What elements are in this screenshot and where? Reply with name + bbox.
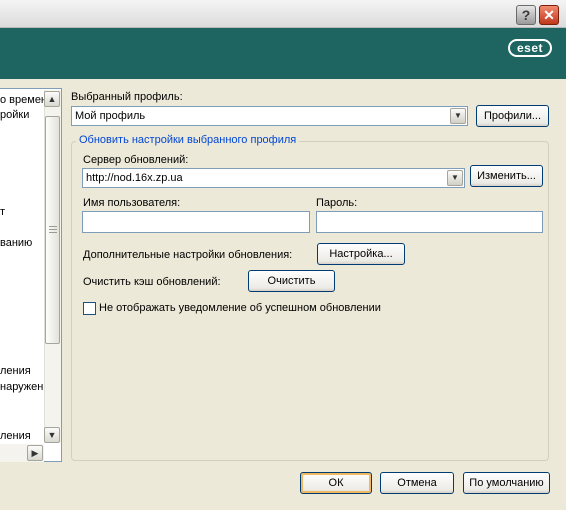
server-select[interactable]: http://nod.16x.zp.ua ▼ xyxy=(82,168,465,188)
no-notify-checkbox[interactable] xyxy=(83,302,96,315)
scroll-up-icon[interactable]: ▲ xyxy=(44,91,60,107)
profiles-button[interactable]: Профили... xyxy=(476,105,549,127)
advanced-settings-label: Дополнительные настройки обновления: xyxy=(83,249,293,261)
tree-item[interactable]: о времен xyxy=(0,94,47,106)
scroll-down-icon[interactable]: ▼ xyxy=(44,427,60,443)
chevron-down-icon[interactable]: ▼ xyxy=(450,108,466,124)
default-button[interactable]: По умолчанию xyxy=(463,472,550,494)
eset-logo: eset xyxy=(507,39,552,57)
tree-item[interactable]: ления xyxy=(0,365,31,377)
server-label: Сервер обновлений: xyxy=(83,154,189,166)
password-input[interactable] xyxy=(316,211,543,233)
title-bar: ? ✕ xyxy=(0,0,566,28)
clear-cache-label: Очистить кэш обновлений: xyxy=(83,276,221,288)
server-select-value: http://nod.16x.zp.ua xyxy=(86,172,183,184)
group-title: Обновить настройки выбранного профиля xyxy=(76,134,300,146)
update-settings-group xyxy=(71,141,549,461)
help-button[interactable]: ? xyxy=(516,5,536,25)
tree-item[interactable]: наружен xyxy=(0,381,43,393)
cancel-button[interactable]: Отмена xyxy=(380,472,454,494)
username-input[interactable] xyxy=(82,211,310,233)
clear-cache-button[interactable]: Очистить xyxy=(248,270,335,292)
header-banner: eset xyxy=(0,28,566,79)
no-notify-label: Не отображать уведомление об успешном об… xyxy=(99,302,381,314)
scroll-right-icon[interactable]: ▶ xyxy=(27,445,43,461)
close-button[interactable]: ✕ xyxy=(539,5,559,25)
profile-select[interactable]: Мой профиль ▼ xyxy=(71,106,468,126)
profile-label: Выбранный профиль: xyxy=(71,91,183,103)
profile-select-value: Мой профиль xyxy=(75,110,146,122)
advanced-settings-button[interactable]: Настройка... xyxy=(317,243,405,265)
change-server-button[interactable]: Изменить... xyxy=(470,165,543,187)
chevron-down-icon[interactable]: ▼ xyxy=(447,170,463,186)
scrollbar-thumb[interactable] xyxy=(45,116,60,344)
username-label: Имя пользователя: xyxy=(83,197,181,209)
tree-item[interactable]: т xyxy=(0,206,5,218)
tree-item[interactable]: ления xyxy=(0,430,31,442)
tree-item[interactable]: ванию xyxy=(0,237,32,249)
ok-button[interactable]: ОК xyxy=(300,472,372,494)
password-label: Пароль: xyxy=(316,197,358,209)
tree-item[interactable]: ройки xyxy=(0,109,29,121)
